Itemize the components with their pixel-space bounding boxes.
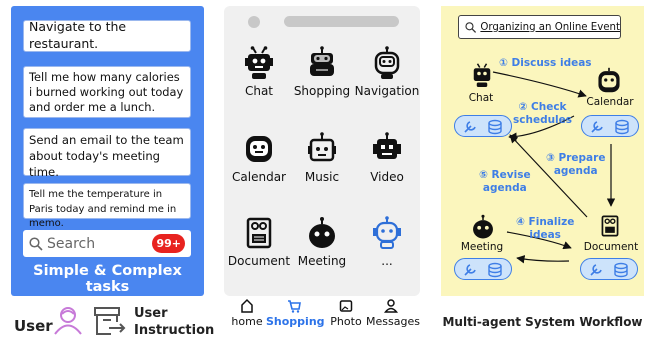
nav-messages[interactable]: Messages [366,298,420,328]
task-card[interactable]: Send an email to the team about today's … [23,128,191,179]
task-card[interactable]: Tell me the temperature in Paris today a… [23,183,191,229]
task-card[interactable]: Tell me how many calories i burned worki… [23,66,191,118]
step-4-label: ④ Finalize ideas [516,216,575,242]
robot-meeting-icon [309,217,335,248]
cart-icon [288,300,301,313]
robot-meeting-agent-icon [473,214,493,239]
task-card[interactable]: Navigate to the restaurant. [23,19,191,52]
camera-dot [248,16,260,28]
user-icon [384,299,398,313]
calendar-tools-pill [581,115,639,137]
search-placeholder: Search [47,235,96,252]
app-label: Chat [244,84,274,98]
app-meeting[interactable]: Meeting [287,216,357,268]
app-music[interactable]: Music [287,132,357,184]
task-text: Tell me how many calories i burned worki… [29,70,184,115]
meeting-tools-pill [454,258,512,280]
app-more[interactable]: ... [352,216,422,268]
legend-user-label: User [14,317,53,335]
speaker-bar [284,16,399,27]
figure: Navigate to the restaurant. Tell me how … [0,0,651,341]
robot-calendar-icon [246,136,272,162]
robot-music-icon [308,132,336,162]
robot-chat-icon [245,46,273,79]
app-label: Navigation [354,84,420,98]
workflow-panel: Organizing an Online Event Chat Calendar [441,6,644,296]
robot-document-agent-icon [601,215,619,237]
nav-label: home [231,315,263,328]
app-label: Shopping [293,84,351,98]
bottom-nav: home Shopping Photo Messages [224,298,420,338]
home-icon [241,298,253,313]
robot-document-icon [246,217,272,249]
wrench-database-icon [590,262,628,278]
user-icon [54,307,82,335]
robot-chat-agent-icon [473,63,491,87]
step-3-label: ③ Prepare agenda [546,152,606,178]
app-label: Document [227,254,291,268]
robot-more-icon [373,216,401,249]
wrench-database-icon [464,262,502,278]
nav-photo[interactable]: Photo [328,298,364,328]
chat-tools-pill [454,115,512,137]
phone-screen: Chat Shopping Navigation Calendar Music … [224,6,420,296]
robot-calendar-agent-icon [598,67,620,93]
search-icon [29,236,43,251]
agent-document-label: Document [583,241,639,253]
document-tools-pill [580,258,638,280]
instruction-icon [94,307,126,335]
app-label: Music [304,170,340,184]
photo-icon [339,300,353,312]
nav-home[interactable]: home [230,298,264,328]
count-badge: 99+ [152,234,185,253]
app-video[interactable]: Video [352,132,422,184]
task-text: Navigate to the restaurant. [29,19,127,51]
step-5-label: ⑤ Revise agenda [479,169,531,195]
step-1-label: ① Discuss ideas [499,57,592,69]
wrench-database-icon [591,119,629,135]
workflow-caption: Multi-agent System Workflow [442,315,643,329]
step-2-label: ② Check schedules [513,101,573,127]
nav-shopping[interactable]: Shopping [266,298,325,328]
app-label: Calendar [232,170,286,184]
task-text: Tell me the temperature in Paris today a… [29,189,177,229]
agent-meeting-label: Meeting [460,241,504,253]
wrench-database-icon [464,119,502,135]
nav-label: Messages [366,315,420,328]
nav-label: Photo [330,315,362,328]
app-label: ... [381,254,393,268]
robot-navigation-icon [374,46,400,79]
agent-calendar-label: Calendar [586,96,634,108]
robot-video-icon [373,132,401,159]
app-chat[interactable]: Chat [224,46,294,98]
app-shopping[interactable]: Shopping [287,46,357,98]
robot-shopping-icon [310,46,334,76]
app-document[interactable]: Document [224,216,294,268]
task-panel: Navigate to the restaurant. Tell me how … [11,6,204,296]
agent-chat-label: Chat [468,92,494,104]
legend-instruction-label: User Instruction [134,306,215,338]
task-panel-title: Simple & Complex tasks [33,263,182,295]
app-navigation[interactable]: Navigation [352,46,422,98]
nav-label: Shopping [266,315,325,328]
search-input[interactable]: Search 99+ [23,230,191,257]
app-label: Video [370,170,404,184]
task-text: Send an email to the team about today's … [29,133,184,179]
app-label: Meeting [297,254,347,268]
app-calendar[interactable]: Calendar [224,132,294,184]
